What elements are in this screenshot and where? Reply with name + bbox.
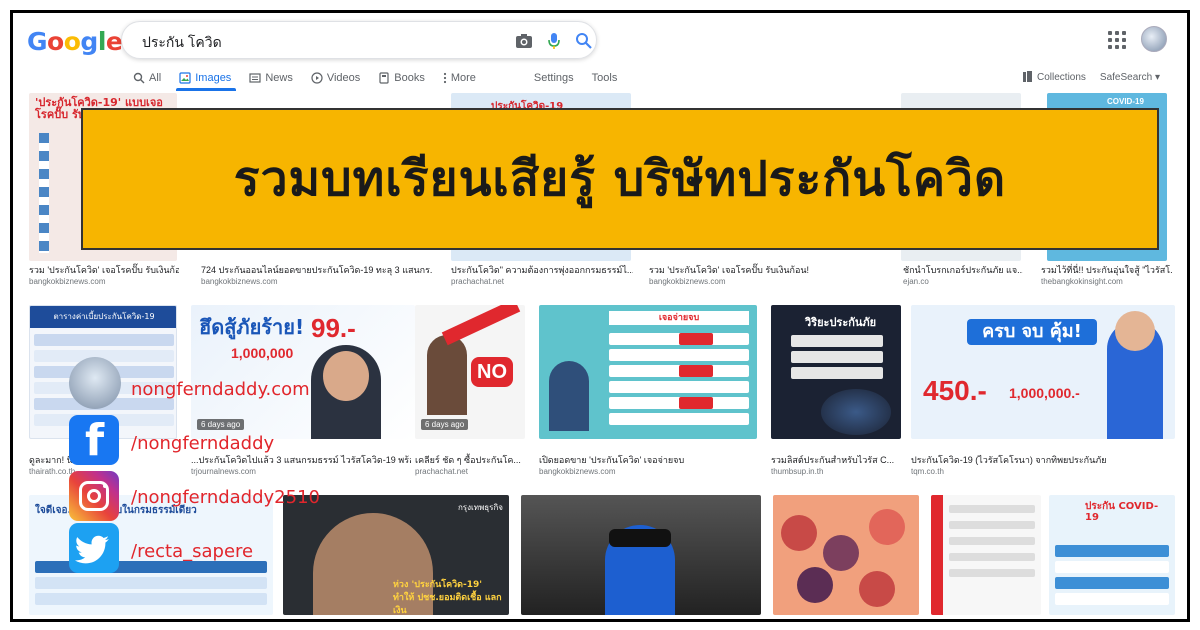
tab-all[interactable]: All [133,68,161,88]
result-thumb[interactable] [773,495,919,615]
video-icon [311,72,323,84]
safesearch-label: SafeSearch [1099,71,1153,83]
thumb-text: ฮึดสู้ภัยร้าย! [199,315,305,339]
result-thumb[interactable]: ครบ จบ คุ้ม! 450.- 1,000,000.- [911,305,1175,439]
search-icon [133,72,145,84]
facebook-icon: f [69,415,119,465]
mic-icon[interactable] [544,31,564,51]
website-link[interactable]: nongferndaddy.com [131,379,310,400]
more-vert-icon [443,72,446,84]
result-source: thebangkokinsight.com [1041,277,1123,286]
search-box[interactable]: ประกัน โควิด [121,21,597,59]
result-source: trjournalnews.com [191,467,256,476]
caret-down-icon: ▾ [1154,71,1160,83]
result-caption[interactable]: รวม 'ประกันโควิด' เจอโรคปั๊บ รับเงินก้อน… [649,263,889,277]
screenshot-frame: Google ประกัน โควิด All Images News Vide… [10,10,1190,622]
result-thumb[interactable] [521,495,761,615]
tab-label: News [265,72,293,84]
thumb-coverage: 1,000,000.- [1009,385,1080,401]
result-thumb[interactable]: วิริยะประกันภัย [771,305,901,439]
thumb-text: ห่วง 'ประกันโควิด-19' ทำให้ ปชช.ยอมติดเช… [393,580,502,615]
tab-label: Settings [533,72,574,84]
tab-label: Images [195,72,232,84]
tab-label: More [450,72,476,84]
result-thumb[interactable]: กรุงเทพธุรกิจ ห่วง 'ประกันโควิด-19' ทำให… [283,495,509,615]
result-caption[interactable]: ประกันโควิด-19 (ไวรัสโคโรนา) จากทิพยประก… [911,453,1175,467]
tab-books[interactable]: Books [378,68,425,88]
facebook-link[interactable]: /nongferndaddy [131,433,274,454]
collections-icon [1023,71,1032,82]
thumb-price: 99.- [311,313,356,343]
thumb-text: ตารางค่าเบี้ยประกันโควิด-19 [30,306,176,328]
google-logo[interactable]: Google [27,27,123,57]
tab-videos[interactable]: Videos [311,68,360,88]
thumb-text: เจอจ่ายจบ [609,311,749,325]
thumb-coverage: 1,000,000 [231,345,294,361]
result-thumb[interactable]: ประกัน COVID-19 [1049,495,1175,615]
collections-link[interactable]: Collections [1023,71,1086,83]
result-caption[interactable]: เคลียร์ ชัด ๆ ซื้อประกันโค... [415,453,529,467]
result-thumb[interactable] [931,495,1041,615]
active-tab-indicator [176,88,236,91]
thumb-price: 450.- [923,375,987,406]
result-source: bangkokbiznews.com [539,467,616,476]
twitter-icon [69,523,119,573]
website-avatar-icon [69,357,121,409]
result-age: 6 days ago [197,419,245,430]
result-caption[interactable]: รวมไว้ที่นี่!! ประกันอุ่นใจสู้ "ไวรัสโ..… [1041,263,1173,277]
result-thumb[interactable]: เจอจ่ายจบ [539,305,757,439]
thumb-text: ประกัน COVID-19 [1085,501,1159,523]
result-caption[interactable]: รวมลิสต์ประกันสำหรับไวรัส C... [771,453,903,467]
collections-label: Collections [1037,71,1086,83]
tab-more[interactable]: More [443,68,476,88]
result-source: prachachat.net [415,467,468,476]
tab-news[interactable]: News [249,68,293,88]
thumb-text: วิริยะประกันภัย [805,316,877,329]
news-icon [249,73,261,83]
tab-label: Tools [591,72,618,84]
book-icon [379,72,389,84]
tab-tools[interactable]: Tools [592,68,618,88]
camera-icon[interactable] [514,31,534,51]
search-icon[interactable] [574,31,594,51]
thumb-brand: กรุงเทพธุรกิจ [457,503,503,512]
result-source: prachachat.net [451,277,504,286]
tab-label: Videos [326,72,361,84]
title-banner: รวมบทเรียนเสียรู้ บริษัทประกันโควิด [81,108,1159,250]
result-age: 6 days ago [421,419,469,430]
result-caption[interactable]: ชักนำโบรกเกอร์ประกันภัย แจ... [903,263,1023,277]
avatar[interactable] [1141,26,1167,52]
image-icon [179,72,191,84]
search-input[interactable]: ประกัน โควิด [142,32,222,54]
instagram-link[interactable]: /nongferndaddy2510 [131,487,320,508]
thumb-text: ครบ จบ คุ้ม! [967,319,1097,345]
result-source: bangkokbiznews.com [29,277,106,286]
result-source: bangkokbiznews.com [649,277,726,286]
result-source: tqm.co.th [911,467,944,476]
result-caption[interactable]: ประกันโควิด" ความต้องการพุ่งออกกรมธรรม์ไ… [451,263,633,277]
thumb-text: NO [471,357,513,387]
result-caption[interactable]: 724 ประกันออนไลน์ยอดขายประกันโควิด-19 ทะ… [201,263,433,277]
tab-label: Books [394,72,425,84]
result-thumb[interactable]: ฮึดสู้ภัยร้าย! 99.- 1,000,000 6 days ago [191,305,415,439]
result-source: thumbsup.in.th [771,467,824,476]
safesearch-menu[interactable]: SafeSearch ▾ [1100,72,1160,83]
result-source: bangkokbiznews.com [201,277,278,286]
tab-settings[interactable]: Settings [534,68,574,88]
thumb-text: COVID-19 [1107,97,1144,106]
apps-grid-icon[interactable] [1108,31,1126,49]
result-source: ejan.co [903,277,929,286]
twitter-link[interactable]: /recta_sapere [131,541,253,562]
instagram-icon [69,471,119,521]
toolbar-right: Collections SafeSearch ▾ [1023,71,1160,83]
tab-label: All [149,72,162,84]
result-caption[interactable]: ...ประกันโควิดไปแล้ว 3 แสนกรมธรรม์ ไวรัส… [191,453,411,467]
banner-title: รวมบทเรียนเสียรู้ บริษัทประกันโควิด [233,151,1007,207]
tab-images[interactable]: Images [179,68,231,88]
result-caption[interactable]: เปิดยอดขาย 'ประกันโควิด' เจอจ่ายจบ [539,453,757,467]
result-caption[interactable]: รวม 'ประกันโควิด' เจอโรคปั๊บ รับเงินก้อ.… [29,263,179,277]
result-thumb[interactable]: NO 6 days ago [415,305,525,439]
